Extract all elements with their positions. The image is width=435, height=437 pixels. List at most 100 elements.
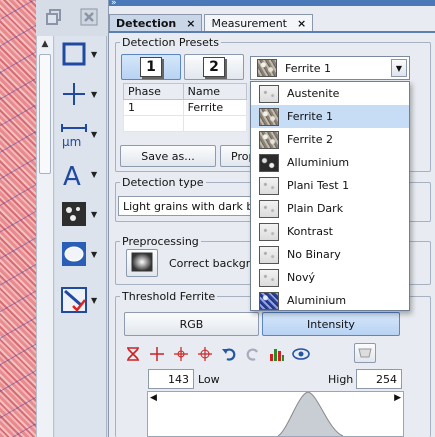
- chevron-down-icon[interactable]: ▼: [91, 170, 97, 179]
- particles-tool[interactable]: ▼: [59, 196, 103, 232]
- detection-type-select[interactable]: Light grains with dark boun: [118, 196, 258, 216]
- dropdown-item-label: Kontrast: [287, 225, 333, 238]
- chevron-down-icon[interactable]: ▼: [91, 296, 97, 305]
- dropdown-item-no-binary[interactable]: No Binary: [251, 243, 409, 266]
- clear-threshold-icon[interactable]: [124, 345, 142, 363]
- invert-threshold-button[interactable]: [354, 343, 376, 363]
- group-title: Threshold Ferrite: [120, 290, 218, 303]
- texture-icon: [259, 153, 279, 172]
- preset-1-button[interactable]: 1: [121, 54, 181, 80]
- dropdown-item-ferrite-2[interactable]: Ferrite 2: [251, 128, 409, 151]
- eye-icon[interactable]: [292, 345, 310, 363]
- text-a-icon: A: [59, 159, 89, 189]
- histogram-curve: [277, 392, 344, 436]
- table-cell: Ferrite: [182, 99, 248, 116]
- dropdown-item-label: Ferrite 2: [287, 133, 333, 146]
- panel-header-bar: »: [109, 0, 435, 8]
- background-correction-icon: [131, 252, 153, 275]
- restore-window-icon[interactable]: [45, 8, 63, 26]
- threshold-histogram-slider[interactable]: ◀ ▶: [147, 391, 404, 437]
- save-as-button[interactable]: Save as...: [120, 145, 216, 167]
- preset-select-value: Ferrite 1: [285, 61, 331, 75]
- column-header[interactable]: Name: [182, 83, 248, 100]
- texture-icon: [259, 222, 279, 241]
- dropdown-item-label: Ferrite 1: [287, 110, 333, 123]
- close-tab-icon[interactable]: ×: [297, 17, 306, 30]
- region-tool[interactable]: ▼: [59, 236, 103, 272]
- dropdown-item-label: No Binary: [287, 248, 341, 261]
- phase-table: Phase Name 1 Ferrite: [123, 83, 248, 132]
- dropdown-item-kontrast[interactable]: Kontrast: [251, 220, 409, 243]
- add-color-icon[interactable]: [172, 345, 190, 363]
- micrometer-icon: µm: [59, 119, 89, 149]
- chevron-down-icon[interactable]: ▼: [91, 90, 97, 99]
- invert-icon: [358, 346, 372, 361]
- tab-underline: [109, 31, 435, 33]
- measure-length-tool[interactable]: µm ▼: [59, 116, 103, 152]
- tab-detection[interactable]: Detection ×: [109, 14, 203, 32]
- remove-color-icon[interactable]: [196, 345, 214, 363]
- tab-label: Detection: [116, 17, 177, 30]
- intensity-mode-button[interactable]: Intensity: [262, 312, 400, 336]
- chevron-down-icon[interactable]: ▼: [91, 50, 97, 59]
- preset-number: 2: [203, 57, 225, 77]
- dropdown-item-ferrite-1[interactable]: Ferrite 1: [251, 105, 409, 128]
- dropdown-item-novy[interactable]: Nový: [251, 266, 409, 289]
- rgb-mode-button[interactable]: RGB: [124, 312, 259, 336]
- dropdown-item-alluminium[interactable]: Alluminium: [251, 151, 409, 174]
- pick-color-icon[interactable]: [148, 345, 166, 363]
- dropdown-item-label: Plani Test 1: [287, 179, 350, 192]
- expand-icon[interactable]: »: [111, 0, 117, 8]
- correct-background-button[interactable]: [126, 249, 158, 277]
- region-icon: [59, 239, 89, 269]
- crosshair-tool[interactable]: ▼: [59, 76, 103, 112]
- window-controls: [36, 0, 106, 34]
- close-window-icon[interactable]: [80, 8, 98, 26]
- rectangle-tool[interactable]: ▼: [59, 36, 103, 72]
- scroll-thumb[interactable]: [39, 54, 51, 174]
- chevron-down-icon[interactable]: ▼: [91, 210, 97, 219]
- svg-text:µm: µm: [62, 135, 81, 149]
- panel-tabs: Detection × Measurement ×: [109, 14, 435, 32]
- particles-icon: [59, 199, 89, 229]
- preset-2-button[interactable]: 2: [184, 54, 244, 80]
- rectangle-icon: [59, 39, 89, 69]
- high-label: High: [328, 373, 354, 386]
- vertical-scrollbar[interactable]: ▲: [36, 36, 54, 437]
- preset-dropdown-list: Austenite Ferrite 1 Ferrite 2 Alluminium…: [250, 81, 410, 311]
- text-tool[interactable]: A ▼: [59, 156, 103, 192]
- dropdown-item-aluminium[interactable]: Aluminium: [251, 289, 409, 312]
- group-title: Detection Presets: [120, 36, 221, 49]
- high-threshold-input[interactable]: 254: [356, 369, 402, 389]
- group-title: Detection type: [120, 176, 206, 189]
- table-cell: 1: [123, 99, 184, 116]
- scroll-up-icon[interactable]: ▲: [37, 36, 53, 52]
- texture-icon: [259, 291, 279, 310]
- table-row[interactable]: 1 Ferrite: [123, 99, 248, 116]
- chevron-down-icon[interactable]: ▼: [391, 59, 407, 77]
- low-label: Low: [198, 373, 220, 386]
- texture-icon: [259, 130, 279, 149]
- dropdown-item-austenite[interactable]: Austenite: [251, 82, 409, 105]
- svg-text:A: A: [63, 162, 81, 188]
- histogram-icon[interactable]: [268, 345, 286, 363]
- low-threshold-input[interactable]: 143: [148, 369, 194, 389]
- mask-check-icon: [59, 285, 89, 315]
- column-header[interactable]: Phase: [123, 83, 184, 100]
- preset-texture-icon: [257, 59, 277, 77]
- image-view-strip: [0, 0, 36, 437]
- dropdown-item-label: Alluminium: [287, 156, 350, 169]
- texture-icon: [259, 268, 279, 287]
- dropdown-item-plain-dark[interactable]: Plain Dark: [251, 197, 409, 220]
- dropdown-item-plani-test-1[interactable]: Plani Test 1: [251, 174, 409, 197]
- preset-select[interactable]: Ferrite 1 ▼: [250, 56, 410, 80]
- close-tab-icon[interactable]: ×: [186, 17, 195, 30]
- texture-icon: [259, 107, 279, 126]
- mask-tool[interactable]: ▼: [59, 282, 103, 318]
- group-title: Preprocessing: [120, 235, 201, 248]
- undo-icon[interactable]: [220, 345, 238, 363]
- chevron-down-icon[interactable]: ▼: [91, 250, 97, 259]
- chevron-down-icon[interactable]: ▼: [91, 130, 97, 139]
- dropdown-item-label: Nový: [287, 271, 315, 284]
- tab-measurement[interactable]: Measurement ×: [204, 14, 314, 32]
